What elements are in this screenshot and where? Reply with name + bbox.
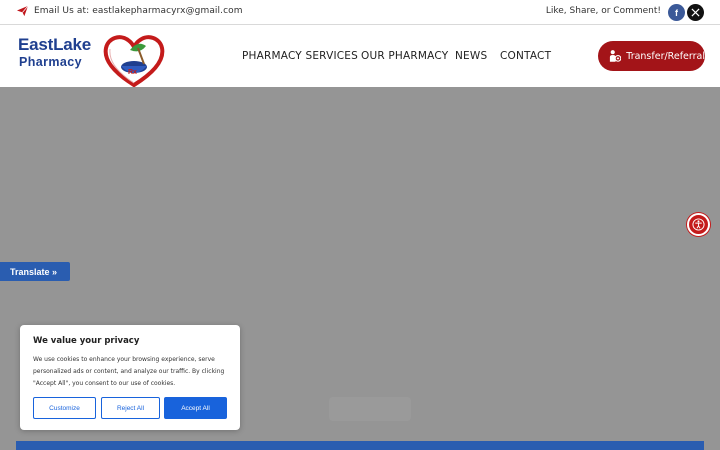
cookie-consent-dialog: We value your privacy We use cookies to …: [20, 325, 240, 430]
site-header: EastLake Pharmacy Rx PHARMACY SERVICES O…: [0, 25, 720, 88]
email-link[interactable]: Email Us at: eastlakepharmacyrx@gmail.co…: [34, 6, 243, 16]
reject-all-button[interactable]: Reject All: [101, 397, 160, 419]
send-icon: [16, 5, 29, 17]
translate-button[interactable]: Translate »: [0, 262, 70, 281]
nav-our-pharmacy[interactable]: OUR PHARMACY: [361, 50, 448, 62]
rx-symbol: Rx: [128, 69, 137, 76]
nav-news[interactable]: NEWS: [455, 50, 487, 62]
transfer-referral-label: Transfer/Referral: [626, 50, 705, 62]
top-bar: Email Us at: eastlakepharmacyrx@gmail.co…: [0, 0, 720, 25]
transfer-person-icon: [609, 50, 622, 62]
nav-contact[interactable]: CONTACT: [500, 50, 551, 62]
transfer-referral-button[interactable]: Transfer/Referral: [598, 41, 705, 71]
heart-mortar-icon: Rx: [103, 35, 165, 88]
site-logo[interactable]: EastLake Pharmacy Rx: [18, 34, 168, 88]
logo-line2: Pharmacy: [19, 55, 82, 69]
accessibility-icon[interactable]: [687, 213, 710, 236]
accept-all-button[interactable]: Accept All: [164, 397, 227, 419]
cookie-description: We use cookies to enhance your browsing …: [33, 356, 225, 387]
hero-button[interactable]: [329, 397, 411, 421]
logo-line1: EastLake: [18, 35, 92, 54]
social-prompt: Like, Share, or Comment!: [545, 6, 661, 16]
cookie-title: We value your privacy: [33, 336, 140, 346]
nav-pharmacy-services[interactable]: PHARMACY SERVICES: [242, 50, 358, 62]
customize-button[interactable]: Customize: [33, 397, 96, 419]
facebook-icon[interactable]: f: [668, 4, 685, 21]
x-twitter-icon[interactable]: [687, 4, 704, 21]
blue-strip: [16, 441, 704, 450]
